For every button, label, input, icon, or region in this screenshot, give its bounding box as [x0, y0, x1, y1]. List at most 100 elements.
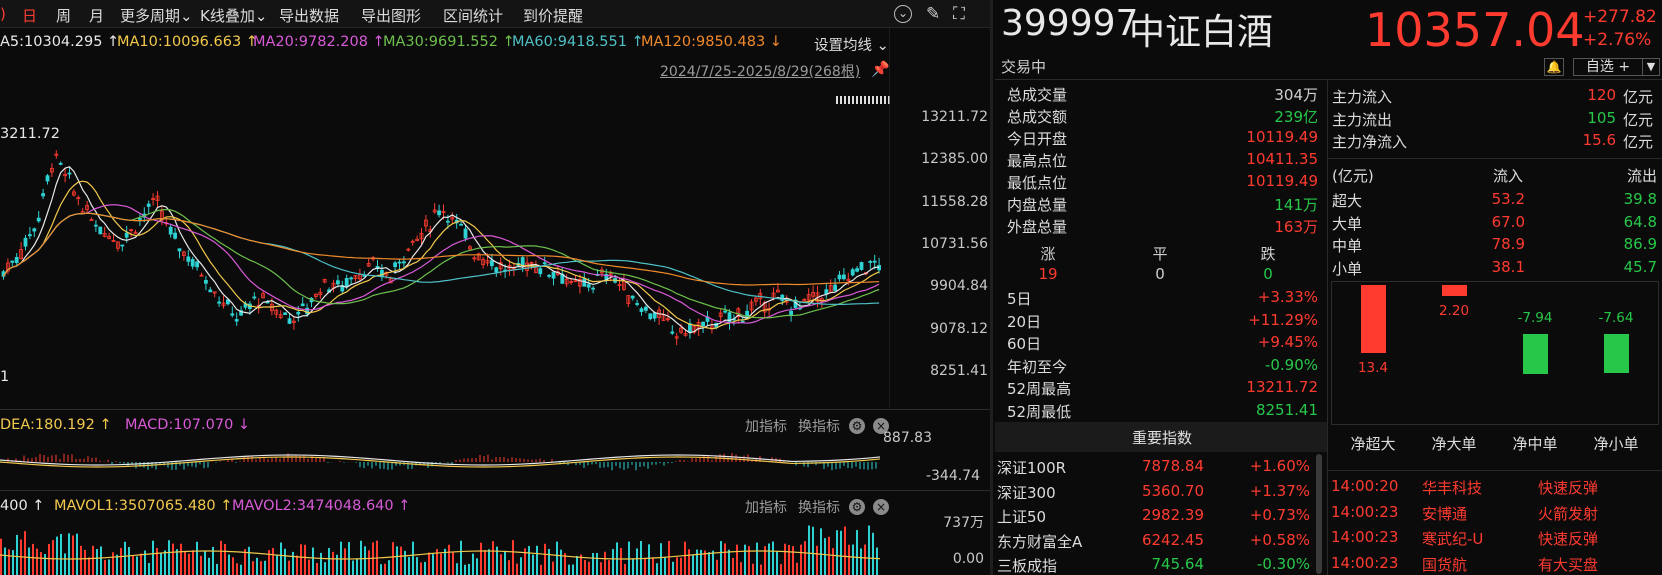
volume-bar — [692, 555, 694, 575]
volume-bar — [96, 549, 98, 575]
volume-bar — [292, 551, 294, 575]
volume-bar — [208, 557, 210, 575]
volume-bar — [252, 561, 254, 575]
dea-label: DEA:180.192 ↑ — [0, 417, 112, 433]
close-icon[interactable]: × — [873, 499, 889, 515]
net-flow-value: 2.20 — [1438, 303, 1470, 320]
period-month-tab[interactable]: 月 — [89, 5, 104, 26]
splitter[interactable] — [990, 0, 993, 575]
index-name[interactable]: 三板成指 — [997, 555, 1057, 575]
volume-bar — [680, 557, 682, 575]
fullscreen-icon[interactable]: ⛶ — [953, 4, 965, 24]
volume-bar — [612, 549, 614, 575]
candle-body — [296, 311, 301, 315]
stat-label: 外盘总量 — [1007, 218, 1068, 236]
mavol1-label: MAVOL1:3507065.480 ↑ — [54, 498, 233, 514]
volume-bar — [628, 541, 630, 575]
volume-bar — [60, 534, 62, 575]
flow-row-label: 小单 — [1332, 259, 1363, 278]
export-data-button[interactable]: 导出数据 — [279, 5, 339, 26]
gear-icon[interactable]: ⚙ — [849, 418, 865, 434]
more-periods-menu[interactable]: 更多周期⌄ — [120, 5, 193, 26]
flow-net-label: 主力净流入 — [1332, 133, 1408, 151]
export-graph-button[interactable]: 导出图形 — [361, 5, 421, 26]
candle-body — [648, 313, 653, 320]
volume-bar — [272, 547, 274, 575]
draw-brush-icon[interactable]: ✎ — [926, 4, 940, 24]
vol-y-bottom: 0.00 — [952, 551, 984, 567]
volume-bar — [724, 543, 726, 575]
gear-icon[interactable]: ⚙ — [849, 499, 865, 515]
index-name[interactable]: 深证300 — [997, 482, 1056, 503]
volume-bar — [440, 553, 442, 575]
macd-chart[interactable] — [0, 440, 890, 490]
collapse-circle-icon[interactable]: ⌄ — [894, 5, 912, 23]
index-name[interactable]: 深证100R — [997, 457, 1066, 478]
volume-bar — [40, 552, 42, 575]
panel-divider — [0, 409, 990, 410]
stat-label: 最低点位 — [1007, 174, 1068, 192]
period-week-tab[interactable]: 周 — [56, 5, 71, 26]
volume-bar — [536, 545, 538, 575]
volume-bar — [784, 543, 786, 575]
volume-bar — [796, 562, 798, 575]
candle-body — [437, 210, 442, 216]
index-name[interactable]: 东方财富全A — [997, 531, 1082, 552]
candle-body — [177, 248, 182, 252]
alert-stock[interactable]: 华丰科技 — [1422, 477, 1482, 498]
candle-body — [58, 162, 63, 165]
candle-body — [463, 228, 468, 239]
volume-bar — [112, 552, 114, 575]
volume-bar — [624, 563, 626, 575]
add-indicator-button[interactable]: 加指标 — [745, 497, 787, 517]
flow-row-out: 86.9 — [1623, 235, 1657, 253]
alert-stock[interactable]: 安博通 — [1422, 503, 1467, 524]
alert-time: 14:00:23 — [1331, 553, 1399, 572]
volume-bar — [128, 547, 130, 575]
kline-overlay-menu[interactable]: K线叠加⌄ — [200, 5, 267, 26]
add-indicator-button[interactable]: 加指标 — [745, 416, 787, 436]
volume-bar — [316, 562, 318, 575]
volume-bar — [792, 546, 794, 575]
y-axis-label: 13211.72 — [921, 109, 988, 125]
dropdown-arrow-icon[interactable]: ▼ — [1642, 58, 1660, 76]
bell-icon[interactable]: 🔔 — [1544, 58, 1564, 76]
breadth-up-count: 19 — [1038, 265, 1058, 283]
volume-bar — [860, 548, 862, 575]
candle-body — [124, 232, 129, 238]
volume-bar — [872, 532, 874, 575]
indices-scrollbar[interactable] — [1316, 454, 1322, 574]
index-value: 6242.45 — [1141, 530, 1204, 549]
candle-body — [335, 280, 340, 285]
swap-indicator-button[interactable]: 换指标 — [798, 497, 840, 517]
candle-body — [217, 301, 222, 304]
candle-body — [98, 226, 103, 235]
volume-bar — [672, 561, 674, 575]
volume-bar — [232, 557, 234, 575]
alert-stock[interactable]: 国货航 — [1422, 554, 1467, 575]
alert-stock[interactable]: 寒武纪-U — [1422, 528, 1483, 549]
stat-value: 10119.49 — [1246, 172, 1318, 190]
volume-chart[interactable] — [0, 520, 890, 575]
ma-line — [2, 180, 880, 330]
swap-indicator-button[interactable]: 换指标 — [798, 416, 840, 436]
volume-bar — [100, 546, 102, 575]
period-toolbar: ) 日 周 月 更多周期⌄ K线叠加⌄ 导出数据 导出图形 区间统计 到价提醒 … — [0, 0, 990, 28]
volume-bar — [152, 540, 154, 575]
volume-bar — [780, 564, 782, 575]
candle-body — [630, 295, 635, 299]
price-alert-button[interactable]: 到价提醒 — [523, 5, 583, 26]
volume-bar — [56, 536, 58, 575]
kline-chart[interactable] — [0, 28, 890, 408]
range-stats-button[interactable]: 区间统计 — [443, 5, 503, 26]
index-name[interactable]: 上证50 — [997, 506, 1046, 527]
volume-bar — [852, 544, 854, 575]
flow-table-out-head: 流出 — [1626, 167, 1657, 185]
header-divider — [995, 79, 1662, 80]
macd-y-bottom: -344.74 — [925, 468, 980, 484]
candle-body — [23, 237, 28, 247]
flow-out-value: 105 — [1587, 108, 1616, 127]
period-day-tab[interactable]: 日 — [22, 5, 37, 26]
add-watchlist-button[interactable]: 自选 + — [1573, 58, 1643, 76]
volume-bar — [256, 557, 258, 575]
